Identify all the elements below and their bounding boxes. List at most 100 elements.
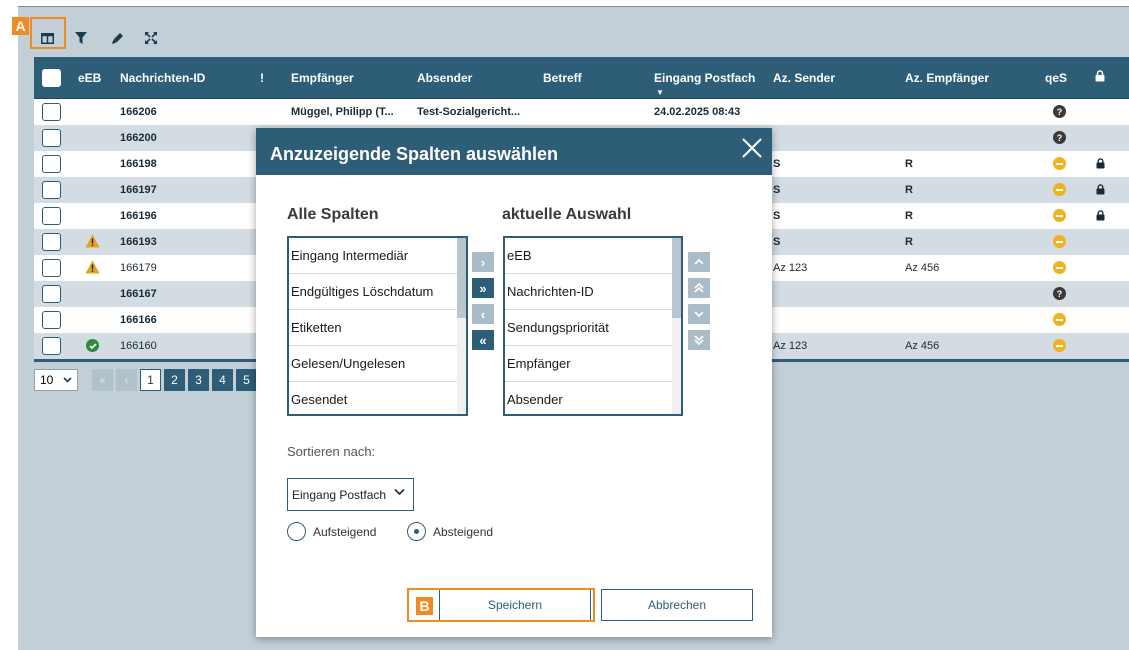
- ascending-label: Aufsteigend: [313, 524, 377, 539]
- minus-circle-icon: [1053, 313, 1066, 326]
- cell-az-sender: S: [773, 184, 781, 196]
- dialog-title: Anzuzeigende Spalten auswählen: [270, 144, 559, 164]
- highlighter-button[interactable]: [106, 27, 128, 49]
- prev-page-button[interactable]: ‹: [116, 369, 137, 391]
- cancel-button[interactable]: Abbrechen: [601, 589, 753, 621]
- page-button-5[interactable]: 5: [236, 369, 257, 391]
- move-up-button[interactable]: [688, 252, 710, 272]
- cell-nachrichten-id: 166193: [120, 236, 157, 248]
- warning-icon: [85, 234, 100, 248]
- scrollbar-thumb[interactable]: [457, 238, 466, 318]
- toolbar: [18, 7, 178, 49]
- select-all-checkbox[interactable]: [42, 69, 61, 87]
- row-checkbox[interactable]: [42, 311, 61, 329]
- row-checkbox[interactable]: [42, 129, 61, 147]
- cell-nachrichten-id: 166167: [120, 288, 157, 300]
- cell-nachrichten-id: 166197: [120, 184, 157, 196]
- list-item[interactable]: Etiketten: [289, 310, 466, 346]
- filter-icon: [75, 32, 87, 44]
- scrollbar-track[interactable]: [672, 238, 681, 414]
- double-chevron-up-icon: [694, 283, 704, 293]
- list-item[interactable]: Gelesen/Ungelesen: [289, 346, 466, 382]
- close-icon[interactable]: [738, 134, 766, 162]
- row-checkbox[interactable]: [42, 233, 61, 251]
- list-item[interactable]: Nachrichten-ID: [505, 274, 681, 310]
- table-row[interactable]: 166206 Müggel, Philipp (T... Test-Sozialge…: [34, 99, 1129, 125]
- ascending-radio[interactable]: Aufsteigend: [287, 522, 376, 541]
- list-item[interactable]: Gesendet: [289, 382, 466, 414]
- list-item[interactable]: Empfänger: [505, 346, 681, 382]
- row-checkbox[interactable]: [42, 285, 61, 303]
- sort-desc-icon: ▼: [656, 88, 664, 97]
- cell-az-empfaenger: R: [905, 158, 913, 170]
- chevron-right-icon: ›: [480, 254, 486, 270]
- scrollbar-thumb[interactable]: [672, 238, 681, 318]
- double-chevron-left-icon: «: [99, 373, 106, 387]
- header-qes[interactable]: qeS: [1045, 71, 1067, 85]
- row-checkbox[interactable]: [42, 259, 61, 277]
- list-item[interactable]: Eingang Intermediär: [289, 238, 466, 274]
- minus-circle-icon: [1053, 261, 1066, 274]
- header-eeb[interactable]: eEB: [78, 71, 101, 85]
- sort-by-label: Sortieren nach:: [287, 444, 376, 459]
- question-icon: ?: [1053, 105, 1066, 118]
- descending-radio[interactable]: Absteigend: [407, 522, 493, 541]
- lock-icon: [1096, 210, 1105, 221]
- header-absender[interactable]: Absender: [417, 71, 472, 85]
- move-right-button[interactable]: ›: [472, 252, 494, 272]
- move-top-button[interactable]: [688, 278, 710, 298]
- list-item[interactable]: Sendungspriorität: [505, 310, 681, 346]
- page-button-3[interactable]: 3: [188, 369, 209, 391]
- cell-empfaenger: Müggel, Philipp (T...: [291, 106, 394, 118]
- page-button-4[interactable]: 4: [212, 369, 233, 391]
- highlighter-icon: [111, 32, 123, 44]
- current-selection-list[interactable]: eEB Nachrichten-ID Sendungspriorität Empfän…: [503, 236, 683, 416]
- expand-icon: [145, 32, 157, 44]
- list-item[interactable]: eEB: [505, 238, 681, 274]
- row-checkbox[interactable]: [42, 207, 61, 225]
- move-left-button[interactable]: ‹: [472, 304, 494, 324]
- header-az-sender[interactable]: Az. Sender: [773, 71, 835, 85]
- header-eingang-postfach[interactable]: Eingang Postfach: [654, 71, 755, 85]
- header-priority[interactable]: !: [260, 71, 264, 85]
- cell-az-empfaenger: R: [905, 236, 913, 248]
- all-columns-list[interactable]: Eingang Intermediär Endgültiges Löschdatu…: [287, 236, 468, 416]
- page-button-2[interactable]: 2: [164, 369, 185, 391]
- first-page-button[interactable]: «: [92, 369, 113, 391]
- cell-nachrichten-id: 166200: [120, 132, 157, 144]
- sort-by-select[interactable]: Eingang Postfach: [287, 478, 414, 511]
- chevron-down-icon: [694, 311, 704, 317]
- cell-nachrichten-id: 166166: [120, 314, 157, 326]
- double-chevron-right-icon: »: [479, 280, 487, 296]
- column-selection-dialog: Anzuzeigende Spalten auswählen Alle Spal…: [256, 128, 772, 637]
- page-button-1[interactable]: 1: [140, 369, 161, 391]
- page-size-value: 10: [40, 373, 54, 387]
- list-item[interactable]: Absender: [505, 382, 681, 414]
- expand-button[interactable]: [140, 27, 162, 49]
- cell-az-sender: Az 123: [773, 262, 808, 274]
- cell-az-empfaenger: R: [905, 184, 913, 196]
- move-all-left-button[interactable]: «: [472, 330, 494, 350]
- row-checkbox[interactable]: [42, 337, 61, 355]
- move-down-button[interactable]: [688, 304, 710, 324]
- header-betreff[interactable]: Betreff: [543, 71, 582, 85]
- move-all-right-button[interactable]: »: [472, 278, 494, 298]
- cell-nachrichten-id: 166160: [120, 340, 157, 352]
- scrollbar-track[interactable]: [457, 238, 466, 414]
- filter-button[interactable]: [70, 27, 92, 49]
- cell-nachrichten-id: 166198: [120, 158, 157, 170]
- annotation-tag-b: B: [416, 597, 433, 615]
- header-nachrichten-id[interactable]: Nachrichten-ID: [120, 71, 205, 85]
- list-item[interactable]: Endgültiges Löschdatum: [289, 274, 466, 310]
- cell-az-sender: S: [773, 210, 781, 222]
- row-checkbox[interactable]: [42, 103, 61, 121]
- cell-nachrichten-id: 166179: [120, 262, 157, 274]
- row-checkbox[interactable]: [42, 155, 61, 173]
- double-chevron-left-icon: «: [479, 332, 487, 348]
- header-az-empfaenger[interactable]: Az. Empfänger: [905, 71, 989, 85]
- row-checkbox[interactable]: [42, 181, 61, 199]
- header-empfaenger[interactable]: Empfänger: [291, 71, 354, 85]
- minus-circle-icon: [1053, 235, 1066, 248]
- page-size-select[interactable]: 10: [34, 369, 78, 391]
- move-bottom-button[interactable]: [688, 330, 710, 350]
